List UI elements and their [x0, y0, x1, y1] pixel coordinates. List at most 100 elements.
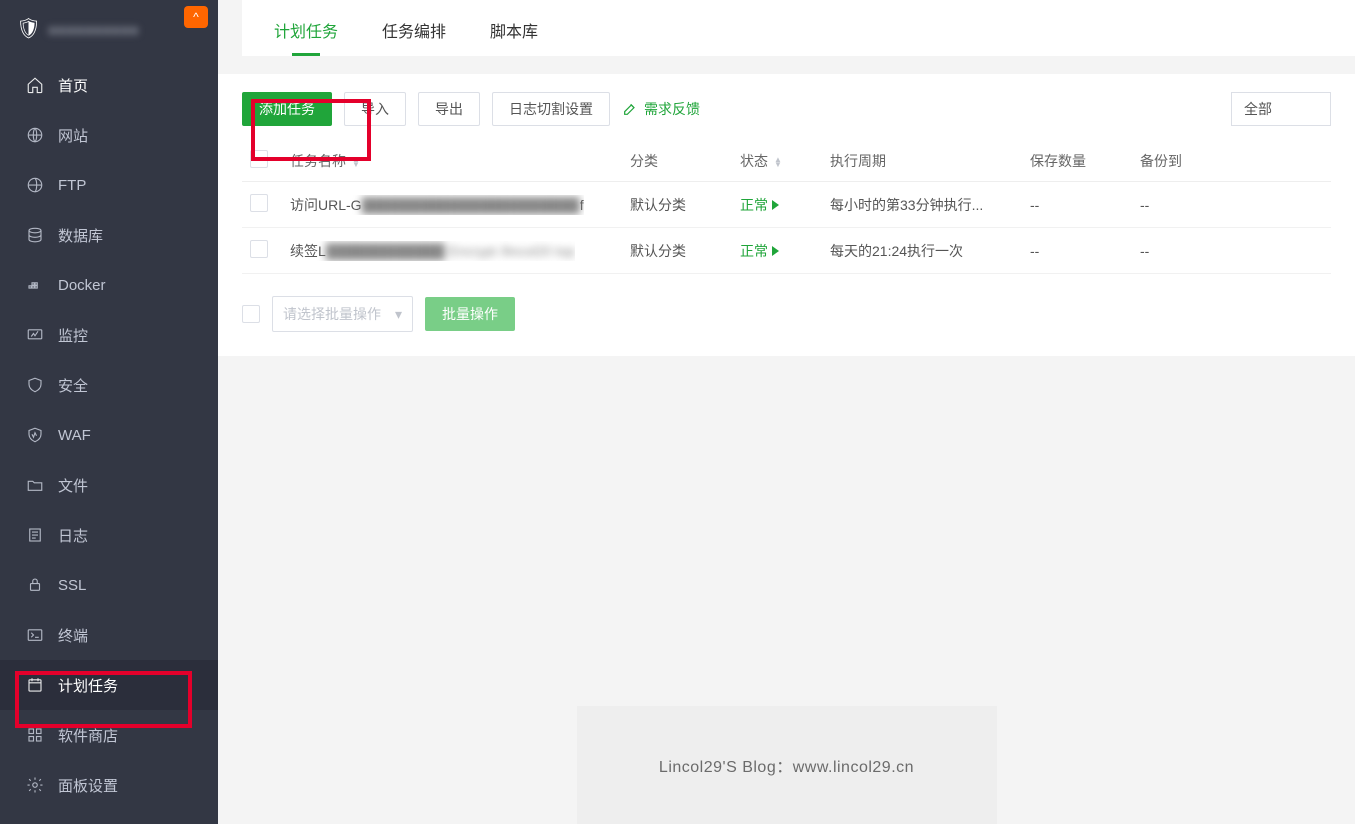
tab-label: 计划任务 [274, 24, 338, 41]
brand: 🛡︎ ●●●●●●●●●● ^ [0, 0, 218, 60]
sidebar: 🛡︎ ●●●●●●●●●● ^ 首页 网站 FTP 数据库 Docker 监控 … [0, 0, 218, 824]
content-panel: 添加任务 导入 导出 日志切割设置 需求反馈 全部 任务名称 ▲▼ 分类 状态 ▲▼ [218, 74, 1355, 356]
db-icon [26, 226, 44, 244]
sidebar-item-terminal[interactable]: 终端 [0, 610, 218, 660]
batch-bar: 请选择批量操作 ▾ 批量操作 [242, 296, 1331, 332]
import-button[interactable]: 导入 [344, 92, 406, 126]
brand-badge[interactable]: ^ [184, 6, 208, 28]
task-cycle: 每天的21:24执行一次 [822, 228, 1022, 274]
play-icon [772, 200, 779, 210]
task-keep: -- [1022, 228, 1132, 274]
batch-select[interactable]: 请选择批量操作 ▾ [272, 296, 413, 332]
col-category: 分类 [622, 140, 732, 182]
task-backup-to: -- [1132, 182, 1331, 228]
apps-icon [26, 726, 44, 744]
main: 计划任务 任务编排 脚本库 添加任务 导入 导出 日志切割设置 需求反馈 全部 [218, 0, 1355, 824]
log-icon [26, 526, 44, 544]
task-table: 任务名称 ▲▼ 分类 状态 ▲▼ 执行周期 保存数量 备份到 访问URL-G████… [242, 140, 1331, 274]
globe-icon [26, 176, 44, 194]
tab-scripts[interactable]: 脚本库 [468, 0, 560, 56]
task-name: 续签L████████████ Encrypt /lincol20 top [290, 241, 575, 261]
sidebar-item-label: 网站 [58, 125, 88, 146]
col-cycle: 执行周期 [822, 140, 1022, 182]
col-keep: 保存数量 [1022, 140, 1132, 182]
sidebar-item-cron[interactable]: 计划任务 [0, 660, 218, 710]
brand-label: ●●●●●●●●●● [48, 22, 139, 39]
terminal-icon [26, 626, 44, 644]
sidebar-item-waf[interactable]: WAF [0, 410, 218, 460]
sidebar-item-log[interactable]: 日志 [0, 510, 218, 560]
sidebar-item-monitor[interactable]: 监控 [0, 310, 218, 360]
add-task-button[interactable]: 添加任务 [242, 92, 332, 126]
sidebar-item-ssl[interactable]: SSL [0, 560, 218, 610]
sidebar-item-files[interactable]: 文件 [0, 460, 218, 510]
tab-label: 任务编排 [382, 24, 446, 41]
export-button[interactable]: 导出 [418, 92, 480, 126]
sidebar-item-ftp[interactable]: FTP [0, 160, 218, 210]
task-status[interactable]: 正常 [740, 241, 779, 261]
folder-icon [26, 476, 44, 494]
monitor-icon [26, 326, 44, 344]
sidebar-item-settings[interactable]: 面板设置 [0, 760, 218, 810]
checkbox-batch[interactable] [242, 305, 260, 323]
col-backup-to: 备份到 [1132, 140, 1331, 182]
tab-orchestration[interactable]: 任务编排 [360, 0, 468, 56]
watermark: Lincol29'S Blog：www.lincol29.cn [577, 706, 997, 824]
tab-cron[interactable]: 计划任务 [252, 0, 360, 56]
checkbox-all[interactable] [250, 150, 268, 168]
table-row[interactable]: 访问URL-G██████████████████████f 默认分类 正常 每… [242, 182, 1331, 228]
calendar-icon [26, 676, 44, 694]
task-category: 默认分类 [622, 228, 732, 274]
filter-select[interactable]: 全部 [1231, 92, 1331, 126]
sidebar-item-label: 安全 [58, 375, 88, 396]
sidebar-item-label: Docker [58, 277, 106, 294]
sidebar-item-label: 文件 [58, 475, 88, 496]
task-keep: -- [1022, 182, 1132, 228]
ssl-icon [26, 576, 44, 594]
table-row[interactable]: 续签L████████████ Encrypt /lincol20 top 默认… [242, 228, 1331, 274]
toolbar: 添加任务 导入 导出 日志切割设置 需求反馈 全部 [242, 92, 1331, 126]
sort-icon[interactable]: ▲▼ [774, 157, 782, 167]
sidebar-item-label: 面板设置 [58, 775, 118, 796]
play-icon [772, 246, 779, 256]
sidebar-item-label: 监控 [58, 325, 88, 346]
sidebar-item-label: 首页 [58, 75, 88, 96]
col-name[interactable]: 任务名称 [290, 153, 346, 169]
globe-icon [26, 126, 44, 144]
chevron-down-icon: ▾ [395, 306, 402, 323]
home-icon [26, 76, 44, 94]
sidebar-item-docker[interactable]: Docker [0, 260, 218, 310]
sidebar-item-home[interactable]: 首页 [0, 60, 218, 110]
col-status[interactable]: 状态 [740, 153, 768, 169]
batch-action-button[interactable]: 批量操作 [425, 297, 515, 331]
task-category: 默认分类 [622, 182, 732, 228]
sidebar-item-label: 软件商店 [58, 725, 118, 746]
gear-icon [26, 776, 44, 794]
sidebar-item-site[interactable]: 网站 [0, 110, 218, 160]
filter-value: 全部 [1244, 99, 1272, 119]
sidebar-item-label: FTP [58, 177, 86, 194]
docker-icon [26, 276, 44, 294]
task-cycle: 每小时的第33分钟执行... [822, 182, 1022, 228]
sidebar-item-store[interactable]: 软件商店 [0, 710, 218, 760]
log-config-button[interactable]: 日志切割设置 [492, 92, 610, 126]
checkbox-row[interactable] [250, 240, 268, 258]
sidebar-item-database[interactable]: 数据库 [0, 210, 218, 260]
tabs: 计划任务 任务编排 脚本库 [242, 0, 1355, 56]
sidebar-item-label: 计划任务 [58, 675, 118, 696]
batch-placeholder: 请选择批量操作 [283, 304, 381, 324]
sidebar-item-label: 日志 [58, 525, 88, 546]
task-backup-to: -- [1132, 228, 1331, 274]
logo-icon: 🛡︎ [16, 19, 38, 41]
feedback-label: 需求反馈 [644, 99, 700, 119]
feedback-link[interactable]: 需求反馈 [622, 99, 700, 119]
checkbox-row[interactable] [250, 194, 268, 212]
edit-icon [622, 101, 638, 117]
sidebar-item-label: SSL [58, 577, 86, 594]
sidebar-item-security[interactable]: 安全 [0, 360, 218, 410]
sort-icon[interactable]: ▲▼ [352, 157, 360, 167]
sidebar-item-label: WAF [58, 427, 91, 444]
sidebar-item-label: 数据库 [58, 225, 103, 246]
task-status[interactable]: 正常 [740, 195, 779, 215]
shield-icon [26, 376, 44, 394]
